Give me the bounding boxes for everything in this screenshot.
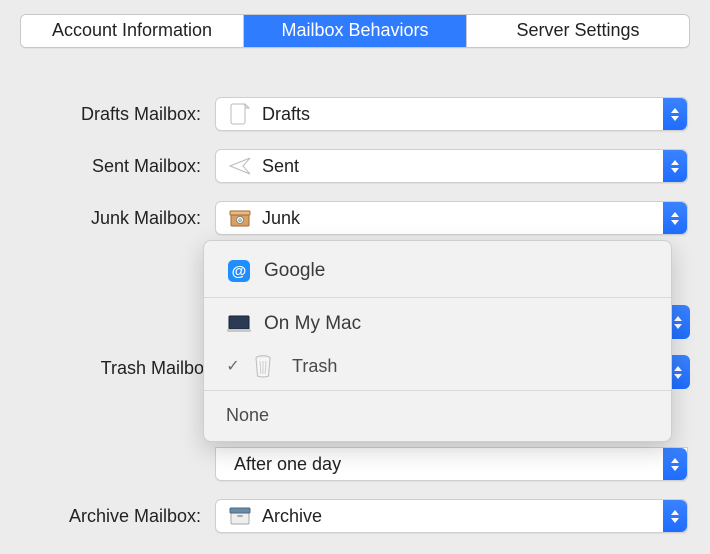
menu-label: On My Mac bbox=[264, 313, 361, 335]
popup-sent-mailbox[interactable]: Sent bbox=[215, 149, 688, 183]
popup-value: Junk bbox=[262, 208, 300, 229]
row-junk: Junk Mailbox: ♻ Junk bbox=[20, 200, 688, 236]
row-trash: Trash Mailbox bbox=[20, 350, 215, 386]
paper-plane-icon bbox=[228, 154, 252, 178]
trash-can-icon bbox=[250, 353, 276, 379]
popup-value: Sent bbox=[262, 156, 299, 177]
menu-label: Trash bbox=[292, 356, 337, 377]
svg-text:♻: ♻ bbox=[238, 218, 243, 224]
label-archive: Archive Mailbox: bbox=[20, 506, 215, 527]
label-drafts: Drafts Mailbox: bbox=[20, 104, 215, 125]
popup-stepper-icon bbox=[663, 500, 687, 532]
checkmark-icon: ✓ bbox=[222, 356, 244, 376]
menu-separator bbox=[204, 390, 671, 391]
popup-stepper-icon bbox=[663, 98, 687, 130]
archive-box-icon bbox=[228, 504, 252, 528]
popup-value: Drafts bbox=[262, 104, 310, 125]
label-junk: Junk Mailbox: bbox=[20, 208, 215, 229]
drafts-folder-icon bbox=[228, 102, 252, 126]
popup-stepper-icon bbox=[663, 202, 687, 234]
row-sent: Sent Mailbox: Sent bbox=[20, 148, 688, 184]
menu-item-trash[interactable]: ✓ Trash bbox=[204, 346, 671, 386]
popup-stepper-icon bbox=[663, 448, 687, 480]
tab-label: Mailbox Behaviors bbox=[281, 20, 428, 40]
at-badge-icon: @ bbox=[226, 258, 252, 284]
row-drafts: Drafts Mailbox: Drafts bbox=[20, 96, 688, 132]
popup-value: After one day bbox=[234, 454, 341, 475]
popup-drafts-mailbox[interactable]: Drafts bbox=[215, 97, 688, 131]
row-erase-interval: After one day bbox=[20, 446, 688, 482]
popup-stepper-icon bbox=[663, 150, 687, 182]
menu-separator bbox=[204, 297, 671, 298]
tab-server-settings[interactable]: Server Settings bbox=[467, 15, 689, 47]
tab-label: Account Information bbox=[52, 20, 212, 40]
menu-item-none[interactable]: None bbox=[204, 395, 671, 435]
menu-section-google[interactable]: @ Google bbox=[204, 249, 671, 293]
menu-label: Google bbox=[264, 260, 325, 282]
mailbox-dropdown-menu: @ Google On My Mac ✓ Trash None bbox=[203, 240, 672, 442]
tab-label: Server Settings bbox=[516, 20, 639, 40]
junk-box-icon: ♻ bbox=[228, 206, 252, 230]
label-sent: Sent Mailbox: bbox=[20, 156, 215, 177]
popup-junk-mailbox[interactable]: ♻ Junk bbox=[215, 201, 688, 235]
svg-text:@: @ bbox=[232, 263, 247, 280]
computer-icon bbox=[226, 311, 252, 337]
menu-label: None bbox=[226, 405, 269, 426]
tab-account-information[interactable]: Account Information bbox=[21, 15, 244, 47]
popup-archive-mailbox[interactable]: Archive bbox=[215, 499, 688, 533]
popup-value: Archive bbox=[262, 506, 322, 527]
row-archive: Archive Mailbox: Archive bbox=[20, 498, 688, 534]
menu-section-on-my-mac[interactable]: On My Mac bbox=[204, 302, 671, 346]
tab-bar: Account Information Mailbox Behaviors Se… bbox=[20, 14, 690, 48]
popup-erase-interval[interactable]: After one day bbox=[215, 447, 688, 481]
label-trash: Trash Mailbox bbox=[20, 358, 215, 379]
tab-mailbox-behaviors[interactable]: Mailbox Behaviors bbox=[244, 15, 467, 47]
